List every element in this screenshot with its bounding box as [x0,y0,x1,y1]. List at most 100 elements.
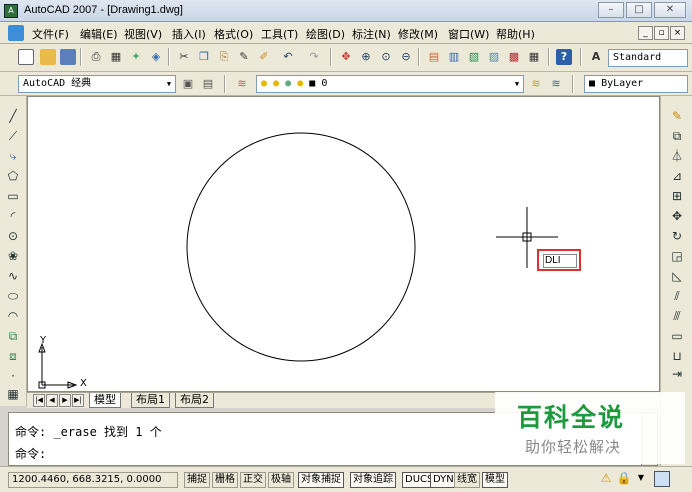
menu-format[interactable]: 格式(O) [214,26,253,42]
zoom-realtime-icon[interactable]: ⊕ [358,49,374,65]
markup-set-icon[interactable]: ▩ [506,49,522,65]
move-icon[interactable]: ✥ [669,208,685,224]
revision-cloud-icon[interactable]: ❀ [5,248,21,264]
insert-block-icon[interactable]: ⧉ [5,328,21,344]
color-control-select[interactable]: ■ ByLayer [584,75,688,93]
scale-icon[interactable]: ◲ [669,248,685,264]
ellipse-icon[interactable]: ⬭ [5,288,21,304]
polar-toggle[interactable]: 极轴 [268,472,294,488]
construction-line-icon[interactable]: ⟋ [5,128,21,144]
undo-icon[interactable]: ↶ [280,49,296,65]
offset-icon[interactable]: ⊿ [669,168,685,184]
stretch-icon[interactable]: ◺ [669,268,685,284]
pan-icon[interactable]: ✥ [338,49,354,65]
copy-icon[interactable]: ❐ [196,49,212,65]
menu-insert[interactable]: 插入(I) [172,26,206,42]
snap-toggle[interactable]: 捕捉 [184,472,210,488]
cut-icon[interactable]: ✂ [176,49,192,65]
last-tab-button[interactable]: ▶| [72,394,84,407]
hatch-icon[interactable]: ▦ [5,386,21,402]
erase-icon[interactable]: ✎ [669,108,685,124]
menu-view[interactable]: 视图(V) [124,26,162,42]
print-preview-icon[interactable]: ▦ [108,49,124,65]
sheet-set-icon[interactable]: ▨ [486,49,502,65]
prev-tab-button[interactable]: ◀ [46,394,58,407]
command-prompt[interactable]: 命令: [15,445,46,462]
otrack-toggle[interactable]: 对象追踪 [350,472,396,488]
paste-icon[interactable]: ⎘ [216,49,232,65]
etransmit-icon[interactable]: ◈ [148,49,164,65]
extend-icon[interactable]: ⫻ [669,308,685,324]
calculator-icon[interactable]: ▦ [526,49,542,65]
layer-previous-icon[interactable]: ≋ [548,76,564,92]
match-properties-icon[interactable]: ✎ [236,49,252,65]
menu-dimension[interactable]: 标注(N) [352,26,391,42]
polyline-icon[interactable]: ⤷ [5,148,21,164]
communication-center-icon[interactable]: ⚠ [598,471,614,487]
first-tab-button[interactable]: |◀ [33,394,45,407]
menu-edit[interactable]: 编辑(E) [80,26,118,42]
save-workspace-icon[interactable]: ▤ [200,76,216,92]
polygon-icon[interactable]: ⬠ [5,168,21,184]
clean-screen-icon[interactable] [654,471,670,487]
properties-icon[interactable]: ▤ [426,49,442,65]
drawing-canvas[interactable]: Y X [27,96,660,392]
toolbar-lock-icon[interactable]: 🔒 [616,471,632,487]
workspace-select[interactable]: AutoCAD 经典 ▼ [18,75,176,93]
block-editor-icon[interactable]: ✐ [256,49,272,65]
new-file-icon[interactable] [18,49,34,65]
rectangle-icon[interactable]: ▭ [5,188,21,204]
point-icon[interactable]: · [5,368,21,384]
menu-window[interactable]: 窗口(W) [448,26,489,42]
dyn-toggle[interactable]: DYN [430,472,457,488]
model-toggle[interactable]: 模型 [482,472,508,488]
mdi-close-button[interactable]: × [670,26,685,40]
ellipse-arc-icon[interactable]: ◠ [5,308,21,324]
trim-icon[interactable]: ⫽ [669,288,685,304]
drawn-circle[interactable] [186,132,416,362]
break-at-point-icon[interactable]: ▭ [669,328,685,344]
circle-icon[interactable]: ⊙ [5,228,21,244]
publish-icon[interactable]: ✦ [128,49,144,65]
next-tab-button[interactable]: ▶ [59,394,71,407]
mirror-icon[interactable]: ⏃ [669,148,685,164]
break-icon[interactable]: ⊔ [669,348,685,364]
workspace-settings-icon[interactable]: ▣ [180,76,196,92]
menu-draw[interactable]: 绘图(D) [306,26,345,42]
text-style-select[interactable]: Standard [608,49,688,67]
arc-icon[interactable]: ◜ [5,208,21,224]
tab-model[interactable]: 模型 [89,393,121,408]
dynamic-input-box[interactable]: DLI [537,249,581,271]
text-style-icon[interactable]: A [588,49,604,65]
tab-layout1[interactable]: 布局1 [131,393,170,408]
menu-file[interactable]: 文件(F) [32,26,69,42]
layer-manager-icon[interactable]: ≋ [234,76,250,92]
ortho-toggle[interactable]: 正交 [240,472,266,488]
line-icon[interactable]: ╱ [5,108,21,124]
menu-modify[interactable]: 修改(M) [398,26,438,42]
rotate-icon[interactable]: ↻ [669,228,685,244]
design-center-icon[interactable]: ▥ [446,49,462,65]
array-icon[interactable]: ⊞ [669,188,685,204]
osnap-toggle[interactable]: 对象捕捉 [298,472,344,488]
lineweight-toggle[interactable]: 线宽 [454,472,480,488]
layer-select[interactable]: ● ● ● ● ■ 0 ▼ [256,75,524,93]
zoom-window-icon[interactable]: ⊙ [378,49,394,65]
print-icon[interactable]: ⎙ [88,49,104,65]
close-button[interactable]: ✕ [654,2,686,18]
tab-layout2[interactable]: 布局2 [175,393,214,408]
save-icon[interactable] [60,49,76,65]
make-block-icon[interactable]: ⧈ [5,348,21,364]
dynamic-input-field[interactable]: DLI [543,254,577,268]
tool-palettes-icon[interactable]: ▧ [466,49,482,65]
menu-tools[interactable]: 工具(T) [261,26,298,42]
open-file-icon[interactable] [40,49,56,65]
spline-icon[interactable]: ∿ [5,268,21,284]
menu-help[interactable]: 帮助(H) [496,26,535,42]
minimize-button[interactable]: – [598,2,624,18]
mdi-minimize-button[interactable]: _ [638,26,653,40]
grid-toggle[interactable]: 栅格 [212,472,238,488]
copy-object-icon[interactable]: ⧉ [669,128,685,144]
join-icon[interactable]: ⇥ [669,366,685,382]
status-menu-chevron-icon[interactable]: ▼ [636,473,646,485]
